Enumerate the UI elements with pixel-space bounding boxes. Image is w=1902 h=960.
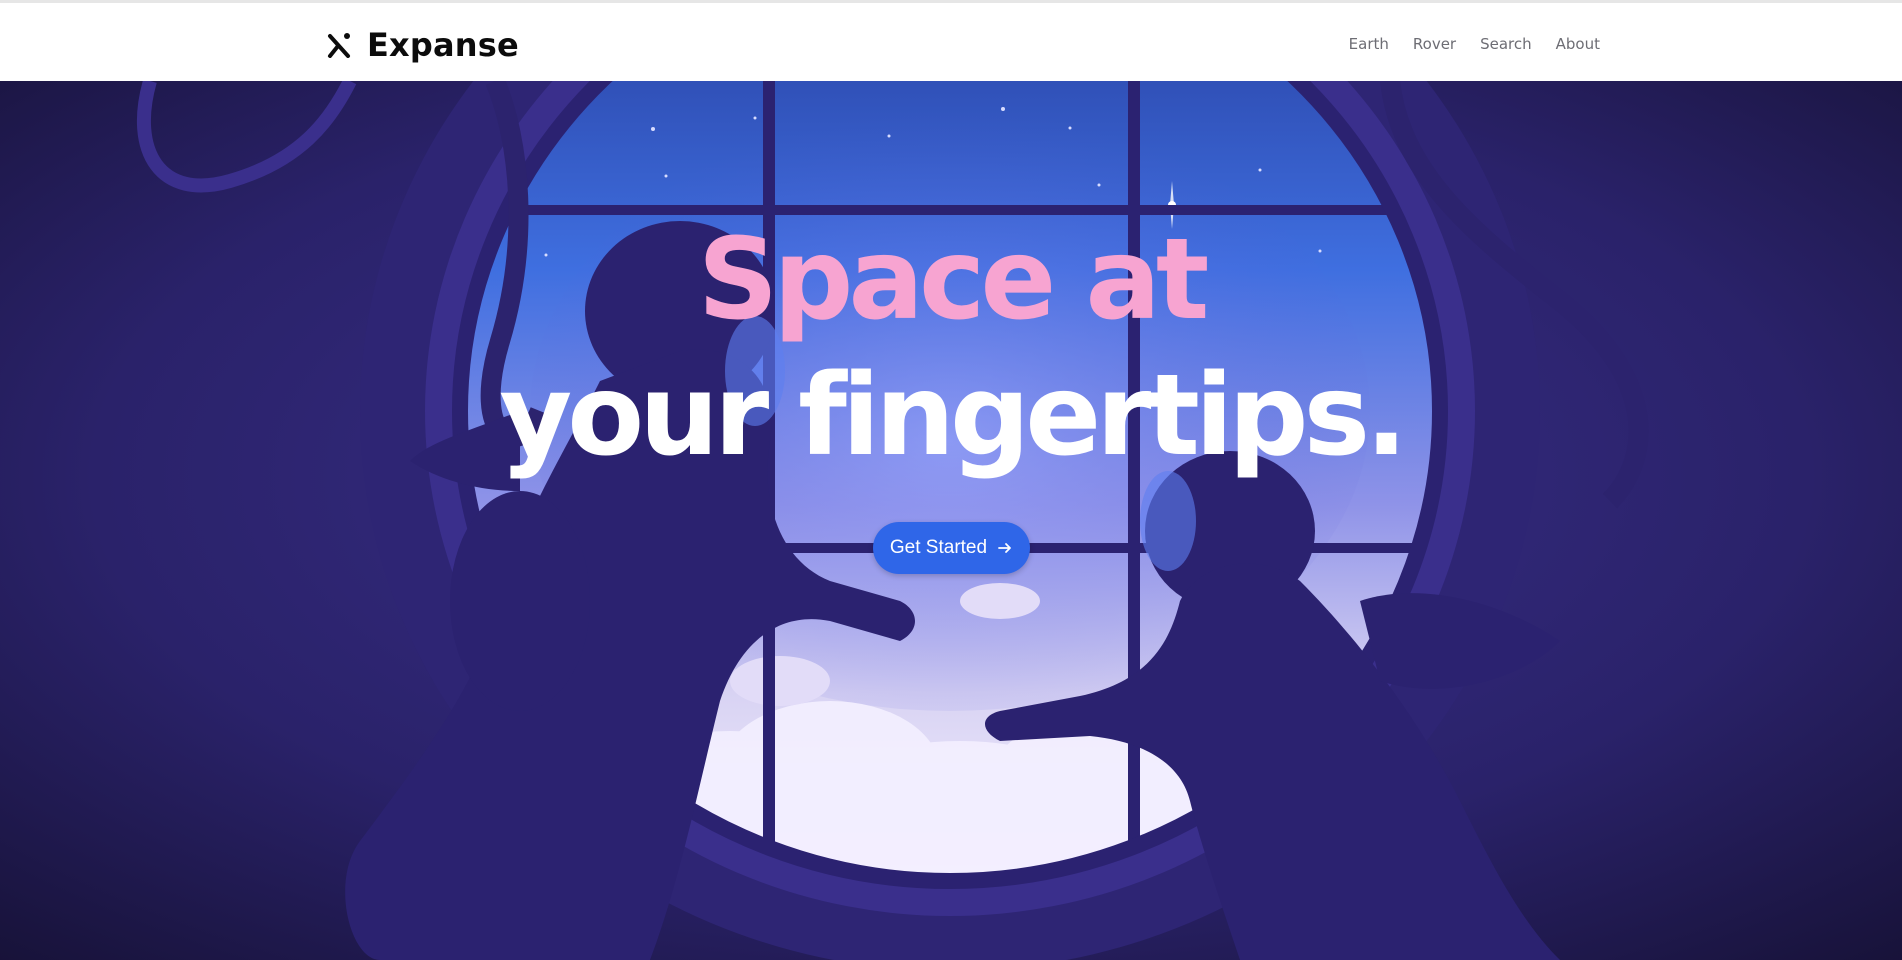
hero-illustration — [0, 81, 1902, 960]
hero-headline-line1: Space at — [697, 215, 1210, 345]
nav-link-earth[interactable]: Earth — [1349, 33, 1389, 55]
main-nav: Earth Rover Search About — [1325, 33, 1600, 55]
x-star-logo-icon — [327, 32, 353, 58]
nav-link-rover[interactable]: Rover — [1413, 33, 1456, 55]
brand-link[interactable]: Expanse — [327, 25, 519, 65]
arrow-right-icon — [997, 540, 1013, 556]
nav-link-about[interactable]: About — [1556, 33, 1600, 55]
brand-name: Expanse — [367, 26, 519, 64]
nav-link-search[interactable]: Search — [1480, 33, 1532, 55]
get-started-button[interactable]: Get Started — [873, 522, 1030, 574]
hero-section: Space at your fingertips. Get Started — [0, 81, 1902, 960]
hero-headline-line2: your fingertips. — [499, 351, 1407, 481]
get-started-label: Get Started — [889, 537, 988, 558]
site-header: Expanse Earth Rover Search About — [0, 3, 1902, 81]
